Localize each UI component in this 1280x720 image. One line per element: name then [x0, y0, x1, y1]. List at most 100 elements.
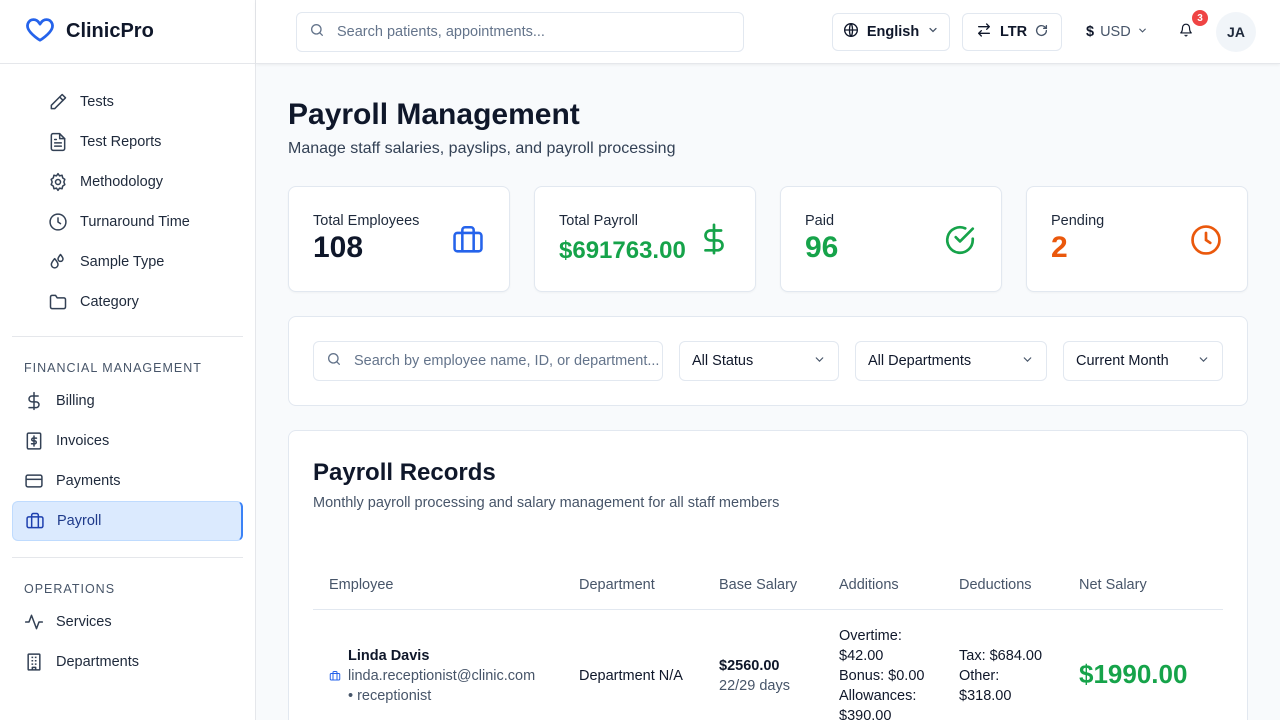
sidebar-item-methodology[interactable]: Methodology	[0, 162, 255, 202]
employee-email: linda.receptionist@clinic.com	[348, 668, 536, 684]
tax-value: Tax: $684.00	[959, 648, 1043, 664]
stat-card-total-employees: Total Employees 108	[288, 186, 510, 292]
employee-name[interactable]: Linda Davis	[348, 646, 429, 666]
sidebar-item-label: Tests	[80, 94, 114, 110]
chevron-down-icon	[813, 353, 826, 370]
page-title: Payroll Management	[288, 98, 580, 131]
global-search[interactable]	[296, 12, 744, 52]
sidebar-item-label: Services	[56, 614, 112, 630]
overtime-value: $42.00	[839, 648, 884, 664]
user-avatar[interactable]: JA	[1216, 12, 1256, 52]
sidebar-item-category[interactable]: Category	[0, 282, 255, 322]
stat-label: Pending	[1051, 213, 1105, 229]
records-subtitle: Monthly payroll processing and salary ma…	[313, 495, 780, 511]
department-select[interactable]: All Departments	[855, 341, 1047, 381]
stat-value: 96	[805, 231, 839, 264]
briefcase-icon	[329, 669, 341, 681]
allowances-value: $390.00	[839, 708, 892, 720]
briefcase-icon	[451, 223, 485, 257]
sidebar-item-billing[interactable]: Billing	[0, 381, 243, 421]
column-header-base-salary[interactable]: Base Salary	[719, 577, 797, 593]
brand[interactable]: ClinicPro	[0, 0, 255, 64]
status-select[interactable]: All Status	[679, 341, 839, 381]
language-selector[interactable]: English	[832, 13, 950, 51]
topbar: English LTR $ USD 3 JA	[256, 0, 1280, 64]
chevron-down-icon	[1137, 24, 1148, 40]
sidebar: ClinicPro Tests Test Reports Methodology…	[0, 0, 256, 720]
stat-card-total-payroll: Total Payroll $691763.00	[534, 186, 756, 292]
globe-icon	[843, 22, 859, 42]
lab-submenu: Tests Test Reports Methodology Turnaroun…	[0, 64, 255, 322]
column-header-additions[interactable]: Additions	[839, 577, 899, 593]
sidebar-item-departments[interactable]: Departments	[0, 642, 243, 682]
sidebar-item-label: Departments	[56, 654, 140, 670]
search-input[interactable]	[337, 24, 743, 40]
stat-label: Total Employees	[313, 213, 420, 229]
sidebar-item-label: Test Reports	[80, 134, 162, 150]
employee-search[interactable]	[313, 341, 663, 381]
clock-icon	[1189, 223, 1223, 257]
activity-icon	[24, 612, 44, 632]
page-subtitle: Manage staff salaries, payslips, and pay…	[288, 140, 676, 157]
column-header-employee[interactable]: Employee	[329, 577, 393, 593]
sidebar-item-sample-type[interactable]: Sample Type	[0, 242, 255, 282]
column-header-net-salary[interactable]: Net Salary	[1079, 577, 1147, 593]
chevron-down-icon	[927, 24, 939, 40]
currency-selector[interactable]: $ USD	[1086, 13, 1148, 51]
stat-card-paid: Paid 96	[780, 186, 1002, 292]
currency-code: USD	[1100, 24, 1131, 40]
pencil-icon	[48, 92, 68, 112]
sidebar-item-services[interactable]: Services	[0, 602, 243, 642]
employee-search-input[interactable]	[354, 353, 662, 369]
stat-label: Total Payroll	[559, 213, 638, 229]
net-salary: $1990.00	[1079, 659, 1188, 689]
droplets-icon	[48, 252, 68, 272]
column-header-deductions[interactable]: Deductions	[959, 577, 1032, 593]
payroll-records-card: Payroll Records Monthly payroll processi…	[288, 430, 1248, 720]
building-icon	[24, 652, 44, 672]
sidebar-item-label: Payroll	[57, 513, 102, 529]
folder-icon	[48, 292, 68, 312]
period-select-value: Current Month	[1076, 353, 1169, 369]
sidebar-item-invoices[interactable]: Invoices	[0, 421, 243, 461]
sidebar-item-label: Sample Type	[80, 254, 165, 270]
search-icon	[309, 22, 325, 43]
notification-badge: 3	[1192, 10, 1208, 26]
gear-icon	[48, 172, 68, 192]
swap-arrows-icon	[976, 22, 992, 42]
employee-role: • receptionist	[348, 688, 432, 704]
sidebar-item-payments[interactable]: Payments	[0, 461, 243, 501]
sidebar-item-label: Category	[80, 294, 139, 310]
file-text-icon	[48, 132, 68, 152]
receipt-icon	[24, 431, 44, 451]
clock-icon	[48, 212, 68, 232]
filters-panel: All Status All Departments Current Month	[288, 316, 1248, 406]
brand-name: ClinicPro	[66, 20, 154, 42]
sidebar-item-payroll[interactable]: Payroll	[12, 501, 243, 541]
sidebar-item-tests[interactable]: Tests	[0, 82, 255, 122]
stat-label: Paid	[805, 213, 835, 229]
section-heading-operations: OPERATIONS	[24, 582, 116, 596]
chevron-down-icon	[1197, 353, 1210, 370]
divider	[12, 557, 243, 558]
direction-toggle[interactable]: LTR	[962, 13, 1062, 51]
dollar-icon	[24, 391, 44, 411]
sidebar-item-label: Payments	[56, 473, 121, 489]
days-worked: 22/29 days	[719, 678, 790, 694]
period-select[interactable]: Current Month	[1063, 341, 1223, 381]
sidebar-item-test-reports[interactable]: Test Reports	[0, 122, 255, 162]
bell-icon	[1179, 23, 1193, 42]
column-header-department[interactable]: Department	[579, 577, 655, 593]
sidebar-item-label: Billing	[56, 393, 95, 409]
direction-label: LTR	[999, 24, 1028, 40]
table-header-divider	[313, 609, 1223, 610]
credit-card-icon	[24, 471, 44, 491]
sidebar-item-label: Turnaround Time	[80, 214, 190, 230]
other-deductions-value: $318.00	[959, 688, 1012, 704]
employee-department: Department N/A	[579, 668, 683, 684]
stat-card-pending: Pending 2	[1026, 186, 1248, 292]
sidebar-item-turnaround-time[interactable]: Turnaround Time	[0, 202, 255, 242]
currency-symbol: $	[1086, 24, 1095, 40]
sidebar-item-label: Methodology	[80, 174, 164, 190]
bonus-value: Bonus: $0.00	[839, 668, 925, 684]
